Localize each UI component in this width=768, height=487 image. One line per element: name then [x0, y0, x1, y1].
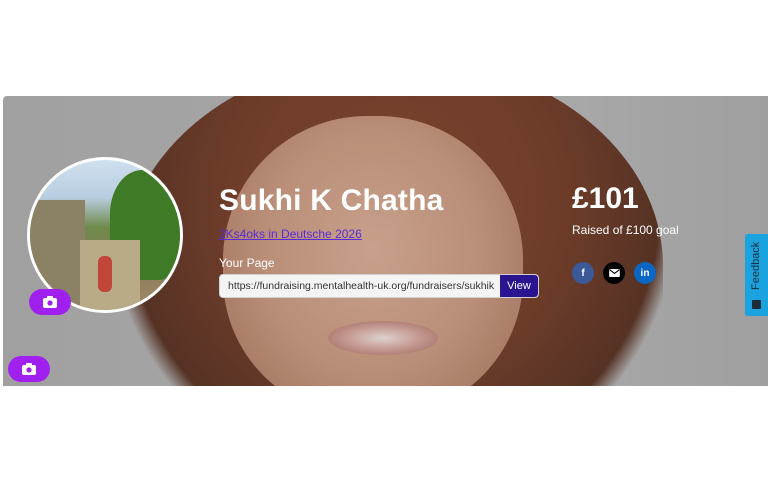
change-avatar-button[interactable] [29, 289, 71, 315]
page-url-field[interactable]: https://fundraising.mentalhealth-uk.org/… [219, 274, 539, 298]
change-cover-button[interactable] [8, 356, 50, 382]
share-facebook-button[interactable]: f [572, 262, 594, 284]
camera-icon [22, 363, 36, 375]
share-email-button[interactable] [603, 262, 625, 284]
event-link[interactable]: 2Ks4oks in Deutsche 2026 [219, 227, 362, 241]
share-linkedin-button[interactable]: in [634, 262, 656, 284]
feedback-label: Feedback [750, 241, 762, 290]
goal-text: Raised of £100 goal [572, 223, 679, 237]
page-url-text: https://fundraising.mentalhealth-uk.org/… [228, 280, 494, 292]
feedback-icon [752, 300, 761, 309]
envelope-icon [608, 269, 620, 277]
view-page-button[interactable]: View [500, 275, 538, 297]
linkedin-icon: in [640, 267, 650, 279]
amount-raised: £101 [572, 182, 639, 215]
camera-icon [43, 296, 57, 308]
facebook-icon: f [581, 267, 585, 279]
your-page-label: Your Page [219, 256, 275, 270]
fundraiser-name: Sukhi K Chatha [219, 184, 444, 217]
feedback-tab[interactable]: Feedback [745, 234, 768, 316]
avatar-person [98, 256, 112, 292]
